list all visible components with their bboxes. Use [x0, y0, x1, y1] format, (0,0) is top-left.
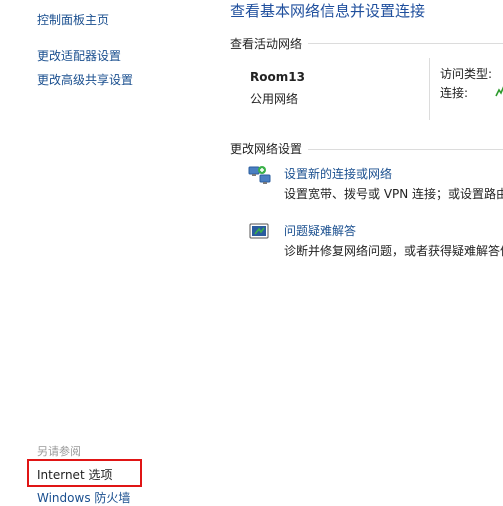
troubleshoot-link[interactable]: 问题疑难解答	[284, 222, 356, 239]
sidebar-item-control-panel-home[interactable]: 控制面板主页	[37, 11, 109, 28]
setup-new-connection-link[interactable]: 设置新的连接或网络	[284, 165, 392, 182]
sidebar-item-change-adapter-settings[interactable]: 更改适配器设置	[37, 47, 121, 64]
section-divider	[308, 149, 503, 150]
network-setup-icon	[248, 164, 272, 190]
see-also-title: 另请参阅	[37, 445, 81, 458]
sidebar-item-change-advanced-sharing[interactable]: 更改高级共享设置	[37, 71, 133, 88]
network-type-link[interactable]: 公用网络	[250, 90, 298, 107]
troubleshoot-icon	[249, 222, 271, 246]
change-settings-section-title: 更改网络设置	[230, 142, 303, 156]
connection-icon[interactable]	[495, 83, 503, 102]
setup-new-connection-description: 设置宽带、拨号或 VPN 连接；或设置路由	[284, 187, 503, 201]
section-divider	[308, 43, 503, 44]
see-also-internet-options[interactable]: Internet 选项	[37, 466, 112, 483]
access-type-label: 访问类型:	[440, 67, 493, 81]
connection-label: 连接:	[440, 86, 469, 100]
active-networks-section-title: 查看活动网络	[230, 37, 303, 51]
vertical-divider	[429, 58, 430, 120]
network-name: Room13	[250, 70, 305, 84]
page-title: 查看基本网络信息并设置连接	[230, 2, 426, 20]
troubleshoot-description: 诊断并修复网络问题，或者获得疑难解答信	[284, 244, 503, 258]
